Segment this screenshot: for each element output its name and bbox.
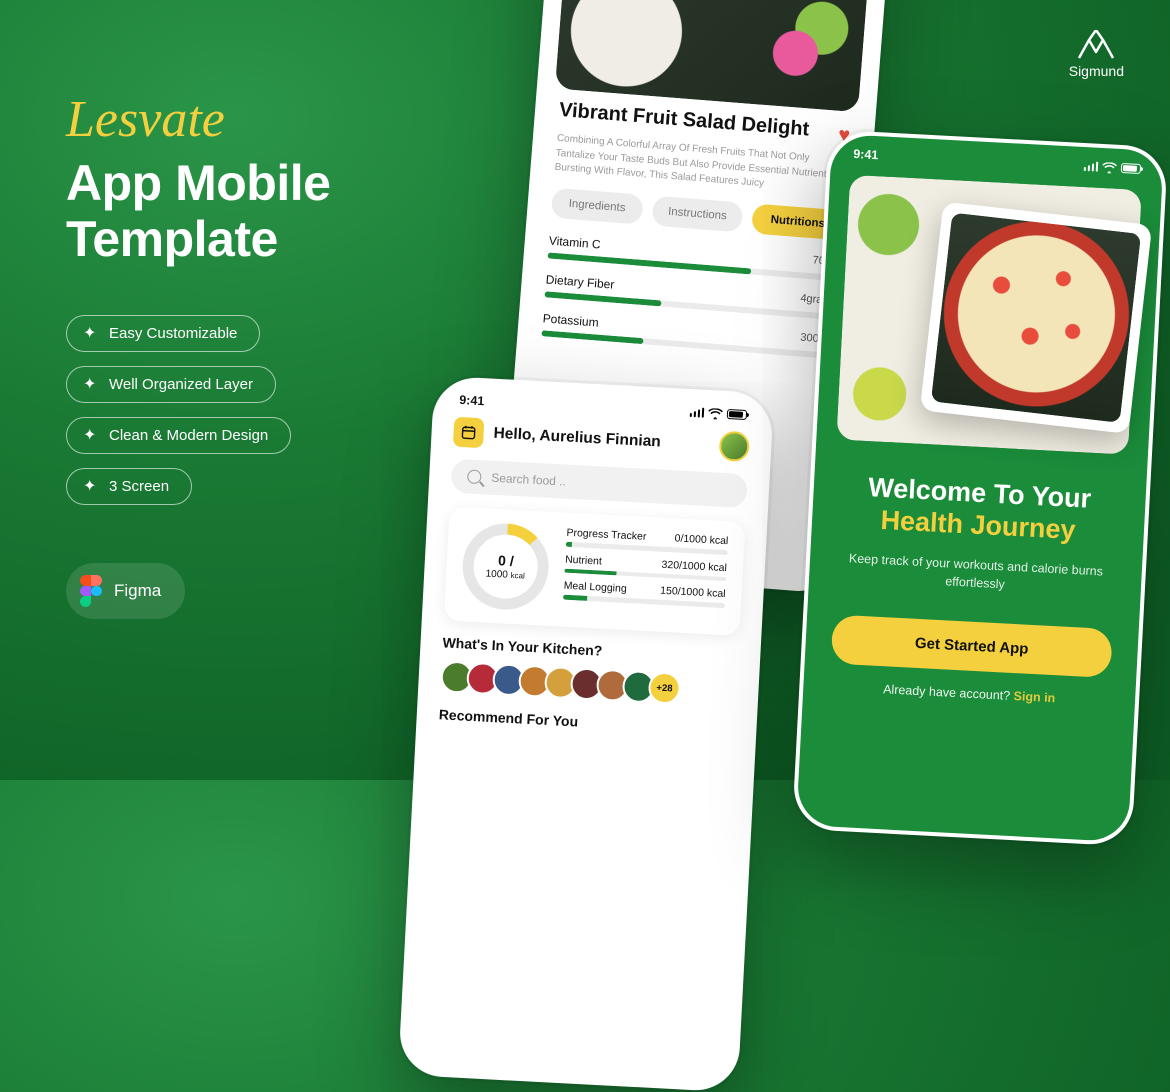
sigmund-brand: Sigmund bbox=[1069, 30, 1124, 79]
signal-icon bbox=[1083, 161, 1098, 172]
calendar-button[interactable] bbox=[453, 417, 485, 449]
nutrient-row: Vitamin C70mg bbox=[548, 233, 841, 281]
welcome-food-card bbox=[920, 201, 1152, 433]
battery-icon bbox=[727, 409, 747, 420]
sparkle-icon bbox=[83, 377, 99, 393]
signin-row: Already have account? Sign in bbox=[803, 678, 1135, 709]
wifi-icon bbox=[708, 407, 724, 419]
tracker-row: Progress Tracker0/1000 kcal bbox=[566, 527, 729, 555]
welcome-hero bbox=[836, 175, 1141, 455]
feature-screens: 3 Screen bbox=[66, 468, 192, 505]
welcome-subtitle: Keep track of your workouts and calorie … bbox=[840, 549, 1112, 599]
figma-chip: Figma bbox=[66, 563, 185, 619]
promo-headline: App MobileTemplate bbox=[66, 155, 330, 267]
wifi-icon bbox=[1102, 161, 1118, 173]
status-time: 9:41 bbox=[459, 393, 485, 408]
recipe-hero-image bbox=[555, 0, 872, 112]
brand-title: Lesvate bbox=[66, 90, 330, 149]
tracker-row: Meal Logging150/1000 kcal bbox=[563, 580, 726, 608]
feature-list: Easy Customizable Well Organized Layer C… bbox=[66, 315, 330, 519]
sparkle-icon bbox=[83, 479, 99, 495]
progress-card: 0 /1000 kcal Progress Tracker0/1000 kcal… bbox=[444, 507, 746, 636]
nutrient-row: Dietary Fiber4grams bbox=[544, 272, 837, 320]
welcome-heading: Welcome To YourHealth Journey bbox=[837, 470, 1120, 549]
greeting: Hello, Aurelius Finnian bbox=[493, 425, 710, 454]
sigmund-icon bbox=[1075, 30, 1117, 60]
search-icon bbox=[467, 469, 482, 484]
feature-customizable: Easy Customizable bbox=[66, 315, 260, 352]
calendar-icon bbox=[460, 424, 477, 441]
figma-icon bbox=[80, 575, 102, 607]
screen-dashboard: 9:41 Hello, Aurelius Finnian Search food… bbox=[398, 376, 774, 1092]
feature-design: Clean & Modern Design bbox=[66, 417, 291, 454]
nutrient-row: Potassium300mg bbox=[541, 311, 834, 359]
sparkle-icon bbox=[83, 326, 99, 342]
screen-welcome: 9:41 Welcome To YourHealth Journey Keep … bbox=[792, 130, 1168, 847]
signal-icon bbox=[689, 407, 704, 418]
feature-layers: Well Organized Layer bbox=[66, 366, 276, 403]
get-started-button[interactable]: Get Started App bbox=[831, 615, 1113, 679]
battery-icon bbox=[1121, 163, 1141, 174]
sparkle-icon bbox=[83, 428, 99, 444]
ingredient-more[interactable]: +28 bbox=[648, 671, 682, 705]
signin-link[interactable]: Sign in bbox=[1013, 689, 1055, 705]
tracker-row: Nutrient320/1000 kcal bbox=[564, 553, 727, 581]
avatar[interactable] bbox=[718, 431, 750, 463]
status-time: 9:41 bbox=[853, 147, 879, 162]
tab-ingredients[interactable]: Ingredients bbox=[551, 187, 644, 224]
status-bar: 9:41 bbox=[831, 134, 1164, 177]
tab-instructions[interactable]: Instructions bbox=[651, 195, 744, 232]
calorie-ring: 0 /1000 kcal bbox=[460, 521, 550, 611]
